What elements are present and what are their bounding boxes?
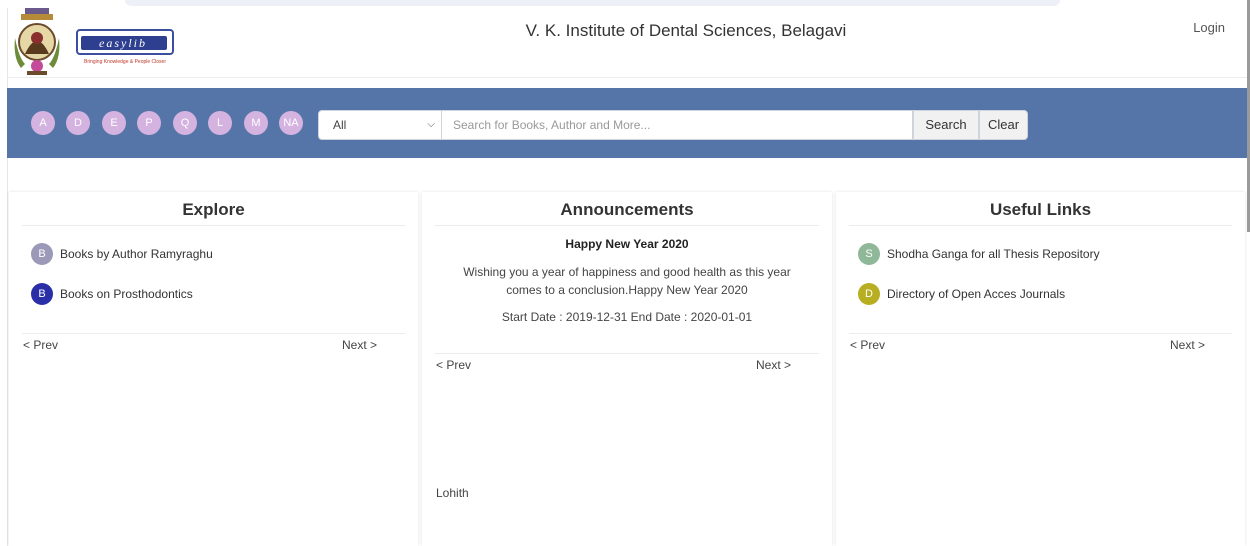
explore-prev-link[interactable]: < Prev [23,338,58,352]
letter-badge: D [858,283,880,305]
divider [22,225,405,226]
search-input[interactable] [442,110,913,140]
alpha-filter-m[interactable]: M [244,111,268,135]
institute-emblem-logo [14,8,60,75]
useful-link-label: Shodha Ganga for all Thesis Repository [887,247,1100,261]
announcements-next-link[interactable]: Next > [756,358,791,372]
useful-links-next-link[interactable]: Next > [1170,338,1205,352]
announcement-dates: Start Date : 2019-12-31 End Date : 2020-… [501,310,753,324]
alpha-filter-a[interactable]: A [31,111,55,135]
explore-item-prosthodontics[interactable]: B Books on Prosthodontics [31,283,193,305]
letter-badge: S [858,243,880,265]
divider [849,333,1232,334]
svg-text:Bringing Knowledge & People Cl: Bringing Knowledge & People Closer [84,59,166,65]
announcements-prev-link[interactable]: < Prev [436,358,471,372]
announcements-panel: Announcements Happy New Year 2020 Wishin… [422,192,832,546]
divider [435,225,819,226]
institute-title: V. K. Institute of Dental Sciences, Bela… [525,21,847,40]
explore-panel: Explore B Books by Author Ramyraghu B Bo… [9,192,418,546]
alpha-filter-l[interactable]: L [208,111,232,135]
alpha-filter-e[interactable]: E [102,111,126,135]
useful-links-title: Useful Links [989,200,1092,219]
useful-links-prev-link[interactable]: < Prev [850,338,885,352]
useful-links-panel: Useful Links S Shodha Ganga for all Thes… [836,192,1245,546]
announcement-heading: Happy New Year 2020 [565,237,689,251]
search-button[interactable]: Search [913,110,979,140]
useful-link-shodhaganga[interactable]: S Shodha Ganga for all Thesis Repository [858,243,1100,265]
site-header: easylib Bringing Knowledge & People Clos… [7,8,1247,78]
alpha-filter-na[interactable]: NA [279,111,303,135]
explore-item-author-ramyraghu[interactable]: B Books by Author Ramyraghu [31,243,213,265]
category-selected-value: All [333,118,347,132]
chevron-down-icon: ⌵ [427,119,435,130]
explore-item-label: Books by Author Ramyraghu [60,247,213,261]
login-link[interactable]: Login [1193,20,1225,35]
alpha-filter-d[interactable]: D [66,111,90,135]
letter-badge: B [31,283,53,305]
divider [22,333,405,334]
top-strip [125,0,1060,6]
explore-next-link[interactable]: Next > [342,338,377,352]
announcement-body: Wishing you a year of happiness and good… [463,265,791,297]
divider [435,353,819,354]
divider [849,225,1232,226]
useful-link-label: Directory of Open Acces Journals [887,287,1066,301]
explore-title: Explore [182,200,245,219]
search-band: A D E P Q L M NA All ⌵ Search Clear [7,88,1247,158]
clear-button[interactable]: Clear [979,110,1028,140]
explore-item-label: Books on Prosthodontics [60,287,193,301]
letter-badge: B [31,243,53,265]
announcements-title: Announcements [560,200,694,219]
useful-link-doaj[interactable]: D Directory of Open Acces Journals [858,283,1065,305]
alpha-filter-p[interactable]: P [137,111,161,135]
alpha-filter-q[interactable]: Q [173,111,197,135]
announcement-author: Lohith [436,486,469,500]
category-select[interactable]: All ⌵ [318,110,442,140]
